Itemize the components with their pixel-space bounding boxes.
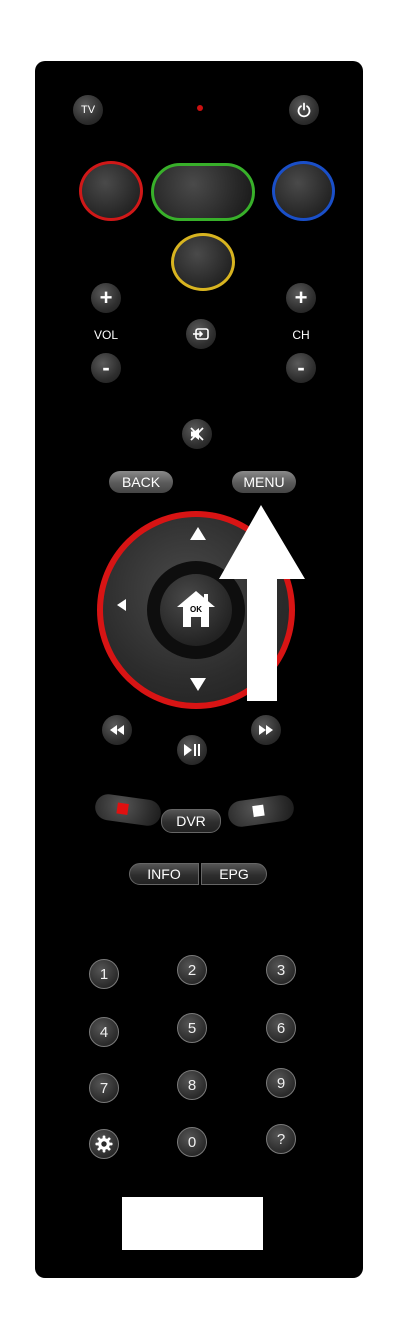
help-button[interactable]: ?: [266, 1124, 296, 1154]
menu-button[interactable]: MENU: [232, 471, 296, 493]
rewind-button[interactable]: [102, 715, 132, 745]
gear-icon: [95, 1135, 113, 1153]
power-button[interactable]: [289, 95, 319, 125]
play-pause-icon: [184, 744, 200, 756]
mute-icon: [190, 427, 204, 441]
plus-label: +: [294, 285, 308, 310]
settings-button[interactable]: [89, 1129, 119, 1159]
number-button[interactable]: 4: [89, 1017, 119, 1047]
down-arrow-icon[interactable]: [190, 678, 206, 691]
input-source-icon: [193, 328, 209, 340]
epg-button[interactable]: EPG: [201, 863, 267, 885]
back-label: BACK: [121, 474, 161, 490]
minus-label: -: [102, 355, 110, 380]
mute-button[interactable]: [182, 419, 212, 449]
number-button[interactable]: 0: [177, 1127, 207, 1157]
green-button[interactable]: [151, 163, 255, 221]
fast-forward-button[interactable]: [251, 715, 281, 745]
yellow-button[interactable]: [171, 233, 235, 291]
number-button[interactable]: 1: [89, 959, 119, 989]
dvr-label: DVR: [176, 813, 206, 829]
remote-control: TV + VOL - + CH - BACK MENU OK DVR INFO …: [35, 61, 363, 1278]
pointer-arrow-icon: [219, 505, 305, 701]
dvr-button[interactable]: DVR: [161, 809, 221, 833]
red-button[interactable]: [79, 161, 143, 221]
number-button[interactable]: 7: [89, 1073, 119, 1103]
number-button[interactable]: 5: [177, 1013, 207, 1043]
volume-down-button[interactable]: -: [91, 353, 121, 383]
fast-forward-icon: [259, 725, 273, 735]
rewind-icon: [110, 725, 124, 735]
channel-up-button[interactable]: +: [286, 283, 316, 313]
ok-label: OK: [190, 605, 202, 614]
epg-label: EPG: [219, 866, 249, 882]
back-button[interactable]: BACK: [109, 471, 173, 493]
number-button[interactable]: 8: [177, 1070, 207, 1100]
menu-label: MENU: [243, 474, 285, 490]
tv-label: TV: [80, 104, 96, 116]
ch-label: CH: [292, 328, 310, 342]
stop-icon: [252, 804, 265, 818]
volume-up-button[interactable]: +: [91, 283, 121, 313]
left-arrow-icon[interactable]: [117, 599, 126, 611]
input-button[interactable]: [186, 319, 216, 349]
play-pause-button[interactable]: [177, 735, 207, 765]
power-icon: [297, 102, 311, 118]
number-button[interactable]: 9: [266, 1068, 296, 1098]
info-label: INFO: [147, 866, 181, 882]
plus-label: +: [99, 285, 113, 310]
channel-down-button[interactable]: -: [286, 353, 316, 383]
tv-button[interactable]: TV: [73, 95, 103, 125]
logo-area: [122, 1197, 263, 1250]
up-arrow-icon[interactable]: [190, 527, 206, 540]
number-button[interactable]: 6: [266, 1013, 296, 1043]
stop-button[interactable]: [226, 793, 296, 829]
power-led: [197, 105, 203, 111]
minus-label: -: [297, 355, 305, 380]
record-button[interactable]: [93, 792, 163, 828]
number-button[interactable]: 2: [177, 955, 207, 985]
number-button[interactable]: 3: [266, 955, 296, 985]
info-button[interactable]: INFO: [129, 863, 199, 885]
blue-button[interactable]: [272, 161, 335, 221]
vol-label: VOL: [93, 328, 118, 342]
record-icon: [116, 802, 129, 815]
